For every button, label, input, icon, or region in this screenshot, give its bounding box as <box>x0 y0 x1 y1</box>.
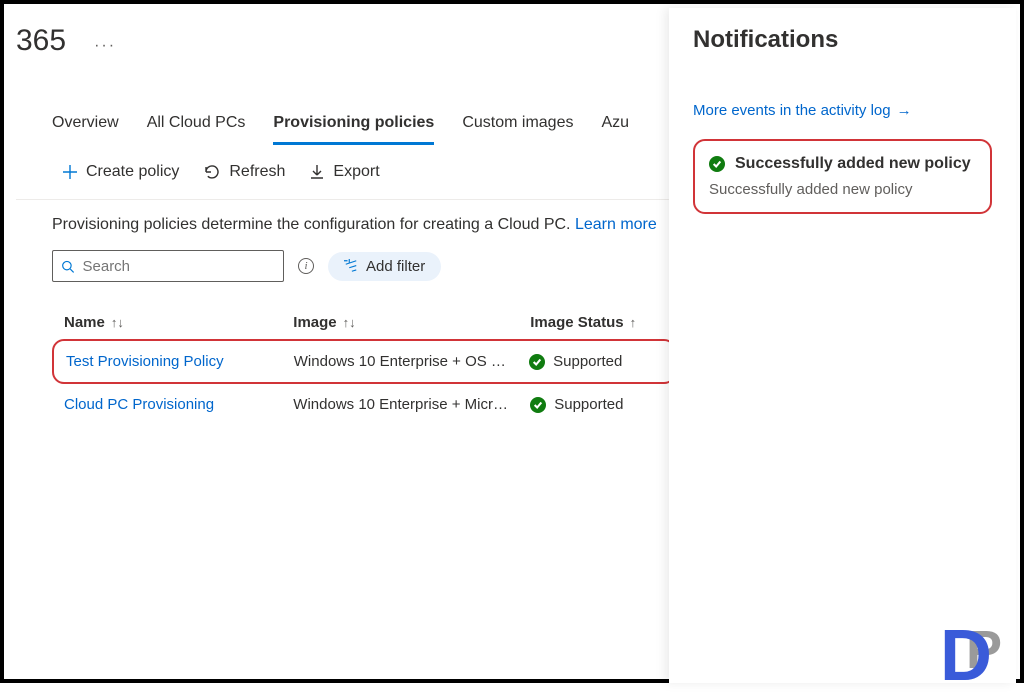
export-button[interactable]: Export <box>309 163 379 181</box>
activity-log-label: More events in the activity log <box>693 102 891 119</box>
sort-icon: ↑↓ <box>111 315 124 330</box>
create-policy-label: Create policy <box>86 163 179 181</box>
refresh-icon <box>203 163 221 181</box>
sort-icon: ↑↓ <box>343 315 356 330</box>
policy-status: Supported <box>530 396 664 413</box>
column-status-label: Image Status <box>530 314 623 331</box>
status-label: Supported <box>553 353 622 370</box>
info-icon[interactable]: i <box>298 258 314 274</box>
policies-table: Name ↑↓ Image ↑↓ Image Status ↑ Test Pro… <box>16 286 676 425</box>
more-menu-icon[interactable]: ··· <box>94 37 116 55</box>
column-header-status[interactable]: Image Status ↑ <box>530 314 664 331</box>
check-icon <box>530 397 546 413</box>
description: Provisioning policies determine the conf… <box>16 200 676 246</box>
brand-logo: P D <box>940 615 1016 687</box>
tab-custom-images[interactable]: Custom images <box>462 114 573 145</box>
notification-card[interactable]: Successfully added new policy Successful… <box>693 139 992 214</box>
plus-icon <box>62 164 78 180</box>
sort-icon: ↑ <box>630 315 637 330</box>
learn-more-link[interactable]: Learn more <box>575 216 657 233</box>
policy-status: Supported <box>529 353 662 370</box>
search-box[interactable] <box>52 250 284 282</box>
search-icon <box>61 259 75 274</box>
activity-log-link[interactable]: More events in the activity log → <box>693 102 912 119</box>
table-row[interactable]: Cloud PC Provisioning Windows 10 Enterpr… <box>52 384 676 425</box>
notifications-title: Notifications <box>693 26 992 54</box>
notification-body: Successfully added new policy <box>709 181 976 198</box>
tabs: Overview All Cloud PCs Provisioning poli… <box>16 86 676 145</box>
arrow-right-icon: → <box>897 102 912 119</box>
policy-name-link[interactable]: Test Provisioning Policy <box>66 353 294 370</box>
table-row[interactable]: Test Provisioning Policy Windows 10 Ente… <box>52 339 676 384</box>
search-input[interactable] <box>83 258 276 275</box>
tab-azure[interactable]: Azu <box>601 114 629 145</box>
policy-image: Windows 10 Enterprise + OS … <box>294 353 529 370</box>
success-icon <box>709 156 725 172</box>
toolbar: Create policy Refresh Export <box>16 145 676 200</box>
refresh-button[interactable]: Refresh <box>203 163 285 181</box>
create-policy-button[interactable]: Create policy <box>62 163 179 181</box>
filter-icon <box>344 259 358 273</box>
download-icon <box>309 164 325 180</box>
status-label: Supported <box>554 396 623 413</box>
refresh-label: Refresh <box>229 163 285 181</box>
tab-provisioning-policies[interactable]: Provisioning policies <box>273 114 434 145</box>
policy-name-link[interactable]: Cloud PC Provisioning <box>64 396 293 413</box>
add-filter-label: Add filter <box>366 258 425 275</box>
notification-title: Successfully added new policy <box>735 155 971 173</box>
notifications-panel: Notifications More events in the activit… <box>669 8 1016 683</box>
column-header-image[interactable]: Image ↑↓ <box>293 314 530 331</box>
column-image-label: Image <box>293 314 336 331</box>
tab-all-cloud-pcs[interactable]: All Cloud PCs <box>147 114 246 145</box>
tab-overview[interactable]: Overview <box>52 114 119 145</box>
add-filter-button[interactable]: Add filter <box>328 252 441 281</box>
page-title: 365 <box>16 24 66 58</box>
column-header-name[interactable]: Name ↑↓ <box>64 314 293 331</box>
description-text: Provisioning policies determine the conf… <box>52 216 575 233</box>
check-icon <box>529 354 545 370</box>
policy-image: Windows 10 Enterprise + Micr… <box>293 396 530 413</box>
column-name-label: Name <box>64 314 105 331</box>
export-label: Export <box>333 163 379 181</box>
